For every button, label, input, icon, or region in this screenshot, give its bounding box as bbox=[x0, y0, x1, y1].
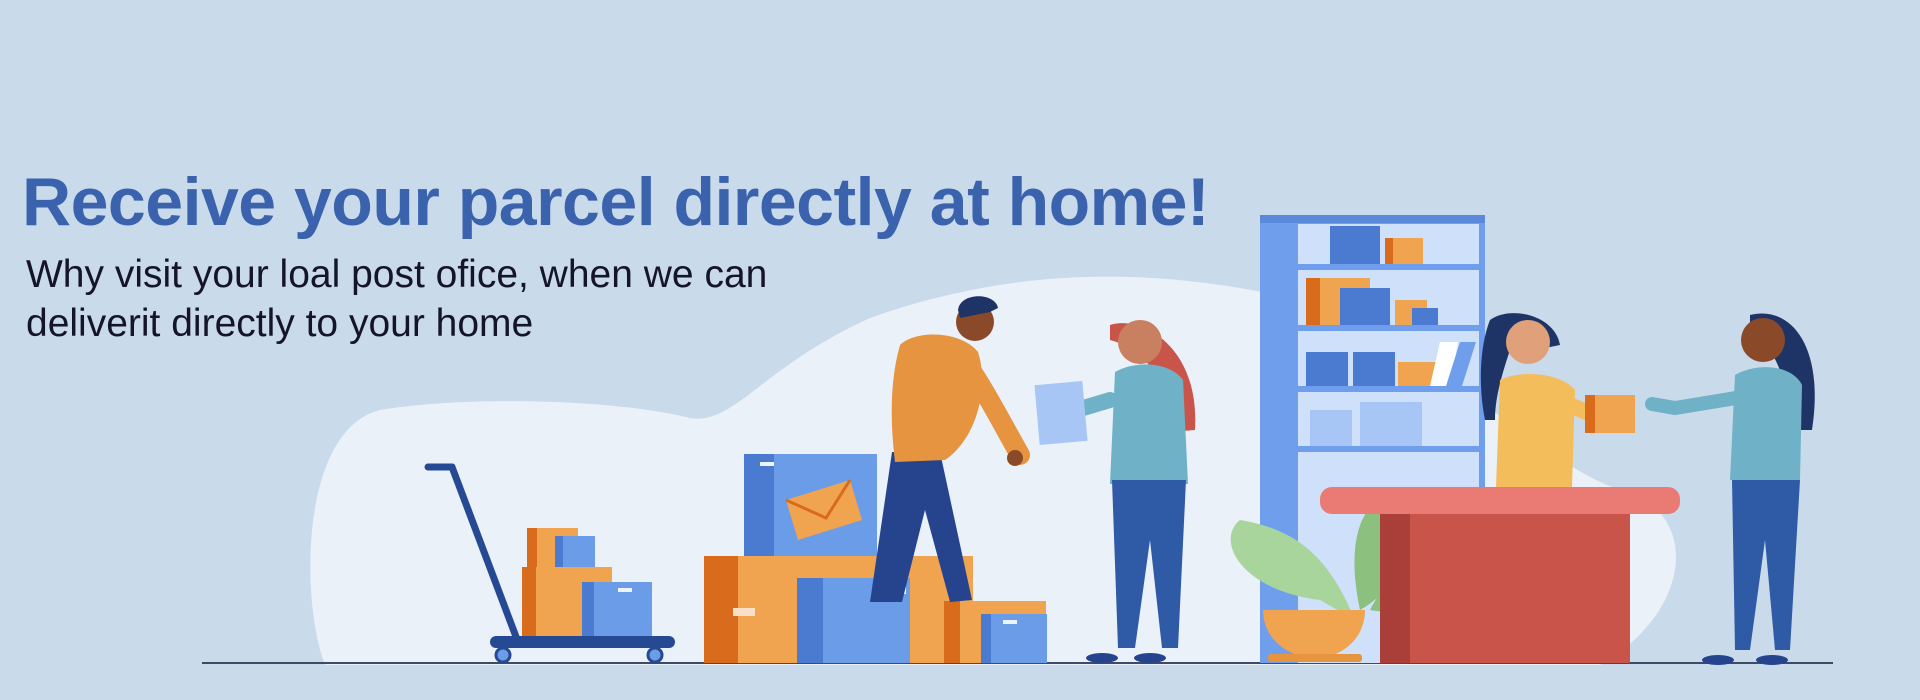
postal-clerk bbox=[1480, 313, 1635, 487]
tagline-line-1: Why visit your loal post ofice, when we … bbox=[26, 253, 768, 296]
tagline: Why visit your loal post ofice, when we … bbox=[26, 250, 906, 348]
tagline-line-2: deliverit directly to your home bbox=[26, 302, 534, 345]
page-title: Receive your parcel directly at home! bbox=[22, 164, 1210, 240]
customer-woman-reaching bbox=[1645, 313, 1815, 665]
delivery-illustration bbox=[202, 215, 1833, 665]
hero-banner: Receive your parcel directly at home! Wh… bbox=[0, 0, 1920, 700]
